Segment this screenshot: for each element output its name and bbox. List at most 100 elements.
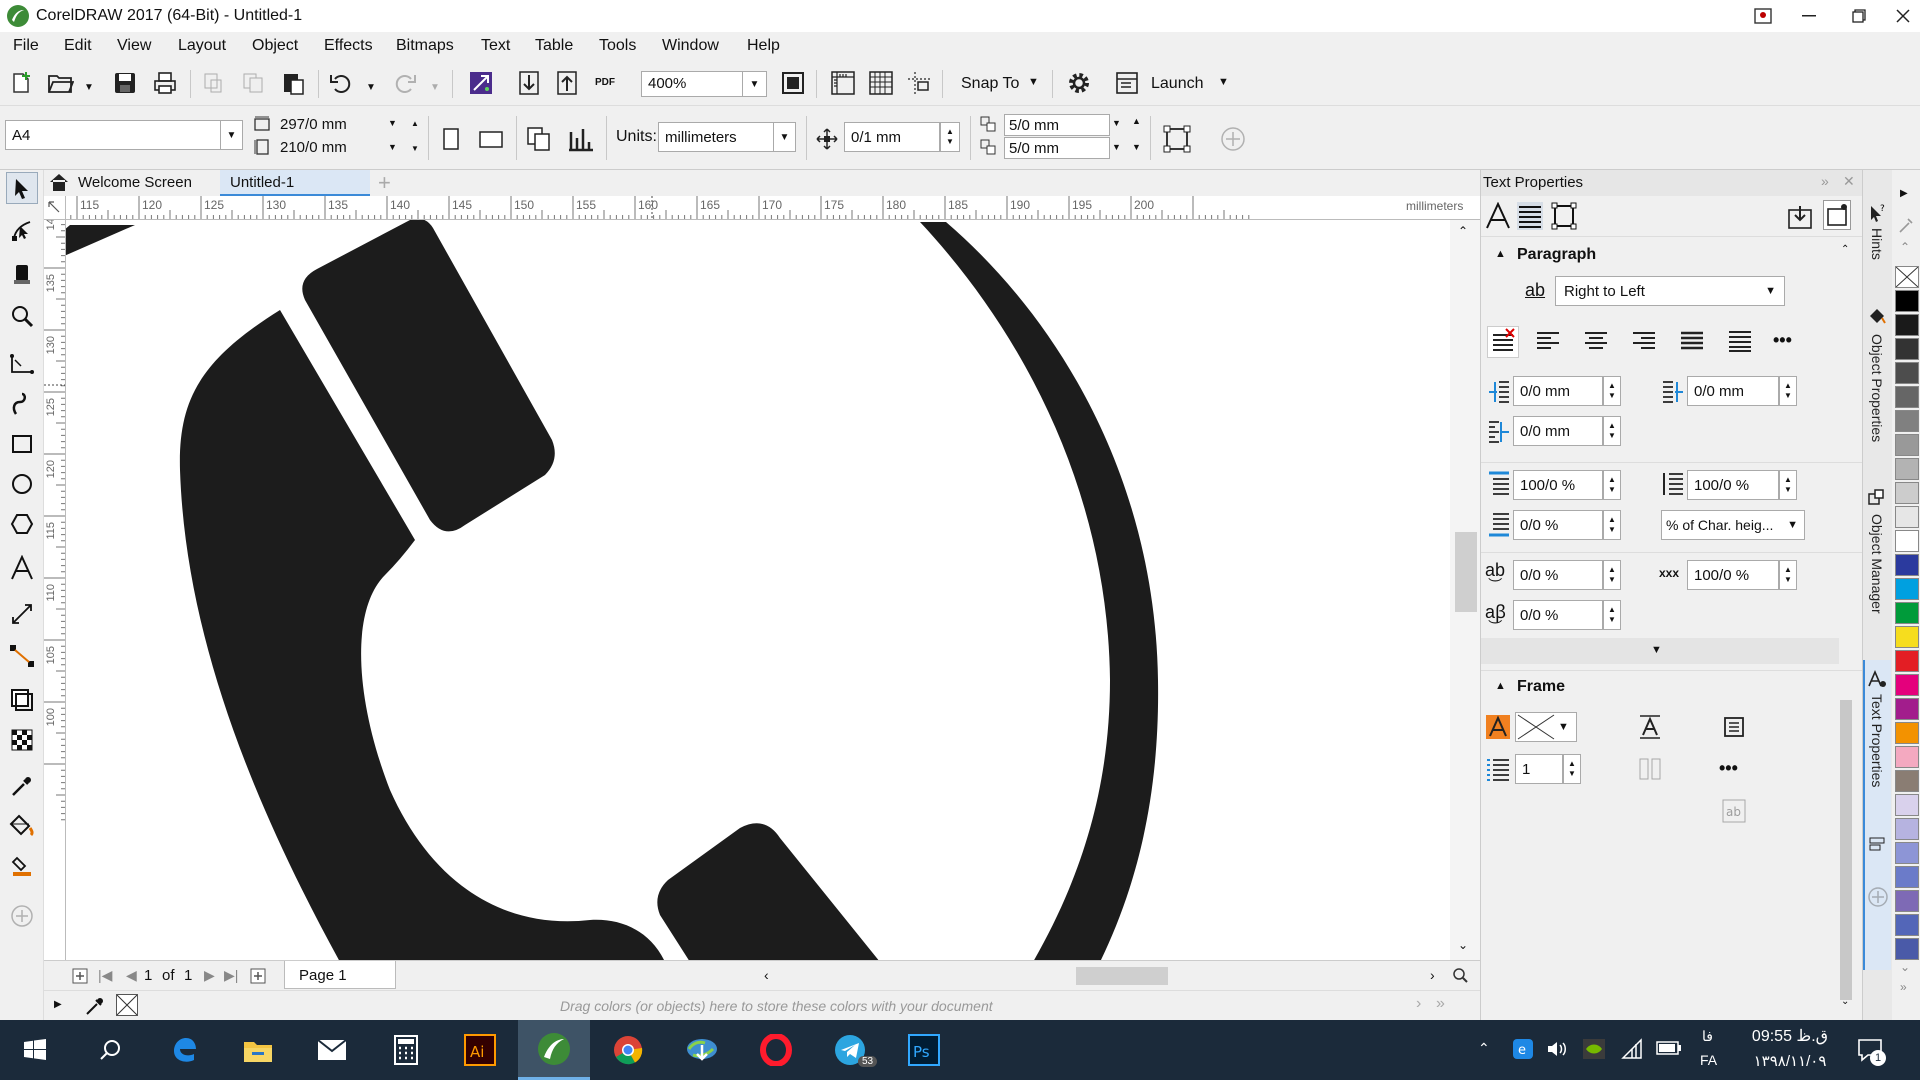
page-height-dropdown-icon[interactable]: ▼ xyxy=(388,142,397,152)
palette-expand-icon[interactable]: » xyxy=(1900,980,1907,994)
palette-scroll-down-icon[interactable]: ⌄ xyxy=(1900,960,1910,974)
paragraph-section-icon[interactable] xyxy=(1517,202,1543,230)
open-folder-icon[interactable] xyxy=(46,68,76,98)
language-spacing-field[interactable]: 0/0 % xyxy=(1513,600,1603,630)
palette-menu-icon[interactable]: ▶ xyxy=(54,999,62,1010)
pick-tool-icon[interactable] xyxy=(6,172,38,204)
page-height-spinner[interactable]: ▼ xyxy=(406,139,424,159)
duplicate-y-spinner[interactable]: ▼ xyxy=(1132,142,1141,152)
color-swatch[interactable] xyxy=(1895,842,1919,864)
line-spacing-spinner[interactable]: ▲ ▼ xyxy=(1779,470,1797,500)
scroll-left-icon[interactable]: ‹ xyxy=(764,967,769,983)
units-combo[interactable]: millimeters ▼ xyxy=(658,122,796,152)
telephone-graphic[interactable] xyxy=(66,220,1450,960)
new-tab-plus-icon[interactable]: + xyxy=(378,170,391,196)
print-icon[interactable] xyxy=(150,68,180,98)
paste-icon[interactable] xyxy=(278,68,308,98)
page-width-spinner[interactable]: ▲ xyxy=(406,114,424,134)
menu-text[interactable]: Text xyxy=(481,37,510,55)
export-icon[interactable] xyxy=(552,68,582,98)
panel-scrollbar[interactable]: ⌃ ⌄ xyxy=(1839,240,1853,1010)
menu-edit[interactable]: Edit xyxy=(64,37,92,55)
scroll-up-icon[interactable]: ⌃ xyxy=(1458,224,1468,238)
vertical-ruler[interactable]: 140 135 130 125 120 115 110 105 100 xyxy=(44,220,66,960)
show-guidelines-icon[interactable] xyxy=(904,68,934,98)
duplicate-y-dropdown-icon[interactable]: ▼ xyxy=(1112,142,1121,152)
add-page-before-icon[interactable] xyxy=(72,967,88,985)
palette-scroll-up-icon[interactable]: ⌃ xyxy=(1900,240,1910,254)
scroll-down-icon[interactable]: ⌄ xyxy=(1458,938,1468,952)
photoshop-icon[interactable]: Ps xyxy=(888,1020,960,1080)
page-width-dropdown-icon[interactable]: ▼ xyxy=(388,118,397,128)
volume-icon[interactable] xyxy=(1546,1038,1568,1060)
show-grid-icon[interactable] xyxy=(866,68,896,98)
duplicate-y-field[interactable]: 5/0 mm xyxy=(1004,137,1110,159)
page-tab[interactable]: Page 1 xyxy=(284,961,396,989)
spacing-unit-combo[interactable]: % of Char. heig... ▼ xyxy=(1661,510,1805,540)
file-explorer-icon[interactable] xyxy=(222,1020,294,1080)
redo-dropdown-icon[interactable]: ▼ xyxy=(430,82,440,93)
right-indent-field[interactable]: 0/0 mm xyxy=(1687,376,1779,406)
coreldraw-taskbar-icon[interactable] xyxy=(518,1020,590,1080)
smart-fill-tool-icon[interactable] xyxy=(6,850,38,882)
snap-to-button[interactable]: Snap To xyxy=(961,75,1019,93)
battery-icon[interactable] xyxy=(1656,1040,1682,1056)
docker-align-icon[interactable] xyxy=(1867,834,1887,854)
user-account-icon[interactable] xyxy=(1740,0,1786,32)
full-screen-preview-icon[interactable] xyxy=(778,68,808,98)
network-wifi-icon[interactable] xyxy=(1620,1038,1644,1060)
menu-effects[interactable]: Effects xyxy=(324,37,373,55)
input-language[interactable]: FA xyxy=(1700,1052,1717,1068)
redo-icon[interactable] xyxy=(390,68,420,98)
color-swatch[interactable] xyxy=(1895,914,1919,936)
page-size-field[interactable]: A4 xyxy=(5,120,221,150)
column-settings-icon[interactable] xyxy=(1637,756,1663,782)
connector-tool-icon[interactable] xyxy=(6,640,38,672)
panel-options-icon[interactable] xyxy=(1823,200,1851,230)
color-swatch[interactable] xyxy=(1895,314,1919,336)
word-spacing-field[interactable]: 100/0 % xyxy=(1687,560,1779,590)
vertical-scrollbar[interactable]: ⌃ ⌄ xyxy=(1450,220,1480,960)
panel-close-icon[interactable]: ✕ xyxy=(1843,173,1855,190)
character-spacing-field[interactable]: 0/0 % xyxy=(1513,560,1603,590)
color-swatch[interactable] xyxy=(1895,530,1919,552)
dimension-tool-icon[interactable] xyxy=(6,598,38,630)
save-icon[interactable] xyxy=(110,68,140,98)
eyedropper-tool-icon[interactable] xyxy=(6,770,38,802)
new-document-icon[interactable] xyxy=(6,68,36,98)
left-indent-field[interactable]: 0/0 mm xyxy=(1513,416,1603,446)
color-swatch[interactable] xyxy=(1895,458,1919,480)
tab-welcome-screen[interactable]: Welcome Screen xyxy=(78,174,192,191)
align-center-icon[interactable] xyxy=(1581,326,1611,356)
color-swatch[interactable] xyxy=(1895,506,1919,528)
color-swatch[interactable] xyxy=(1895,794,1919,816)
frame-background-color-picker[interactable]: ▼ xyxy=(1515,712,1577,742)
opera-icon[interactable] xyxy=(740,1020,812,1080)
color-swatch[interactable] xyxy=(1895,578,1919,600)
launch-button[interactable]: Launch xyxy=(1151,75,1204,93)
menu-layout[interactable]: Layout xyxy=(178,37,226,55)
action-center-icon[interactable]: 1 xyxy=(1856,1036,1886,1066)
text-direction-frame-icon[interactable]: ab xyxy=(1721,798,1747,824)
chrome-icon[interactable] xyxy=(592,1020,664,1080)
first-page-icon[interactable]: |◀ xyxy=(98,967,112,984)
color-swatch[interactable] xyxy=(1895,362,1919,384)
add-page-after-icon[interactable] xyxy=(250,967,266,985)
color-swatch[interactable] xyxy=(1895,482,1919,504)
line-spacing-field[interactable]: 100/0 % xyxy=(1687,470,1779,500)
undo-dropdown-icon[interactable]: ▼ xyxy=(366,82,376,93)
crop-tool-icon[interactable] xyxy=(6,258,38,290)
undo-icon[interactable] xyxy=(326,68,356,98)
nvidia-icon[interactable] xyxy=(1582,1038,1606,1060)
restore-button[interactable] xyxy=(1836,0,1882,32)
edge-browser-icon[interactable] xyxy=(148,1020,220,1080)
text-tool-icon[interactable] xyxy=(6,552,38,584)
after-paragraph-spacing-spinner[interactable]: ▲ ▼ xyxy=(1603,510,1621,540)
color-swatch[interactable] xyxy=(1895,866,1919,888)
tray-edge-icon[interactable]: e xyxy=(1512,1038,1534,1060)
portrait-icon[interactable] xyxy=(436,124,466,154)
add-toolbar-item-icon[interactable] xyxy=(1218,124,1248,154)
cut-icon[interactable] xyxy=(198,68,228,98)
add-tool-icon[interactable] xyxy=(6,900,38,932)
color-swatch[interactable] xyxy=(1895,554,1919,576)
